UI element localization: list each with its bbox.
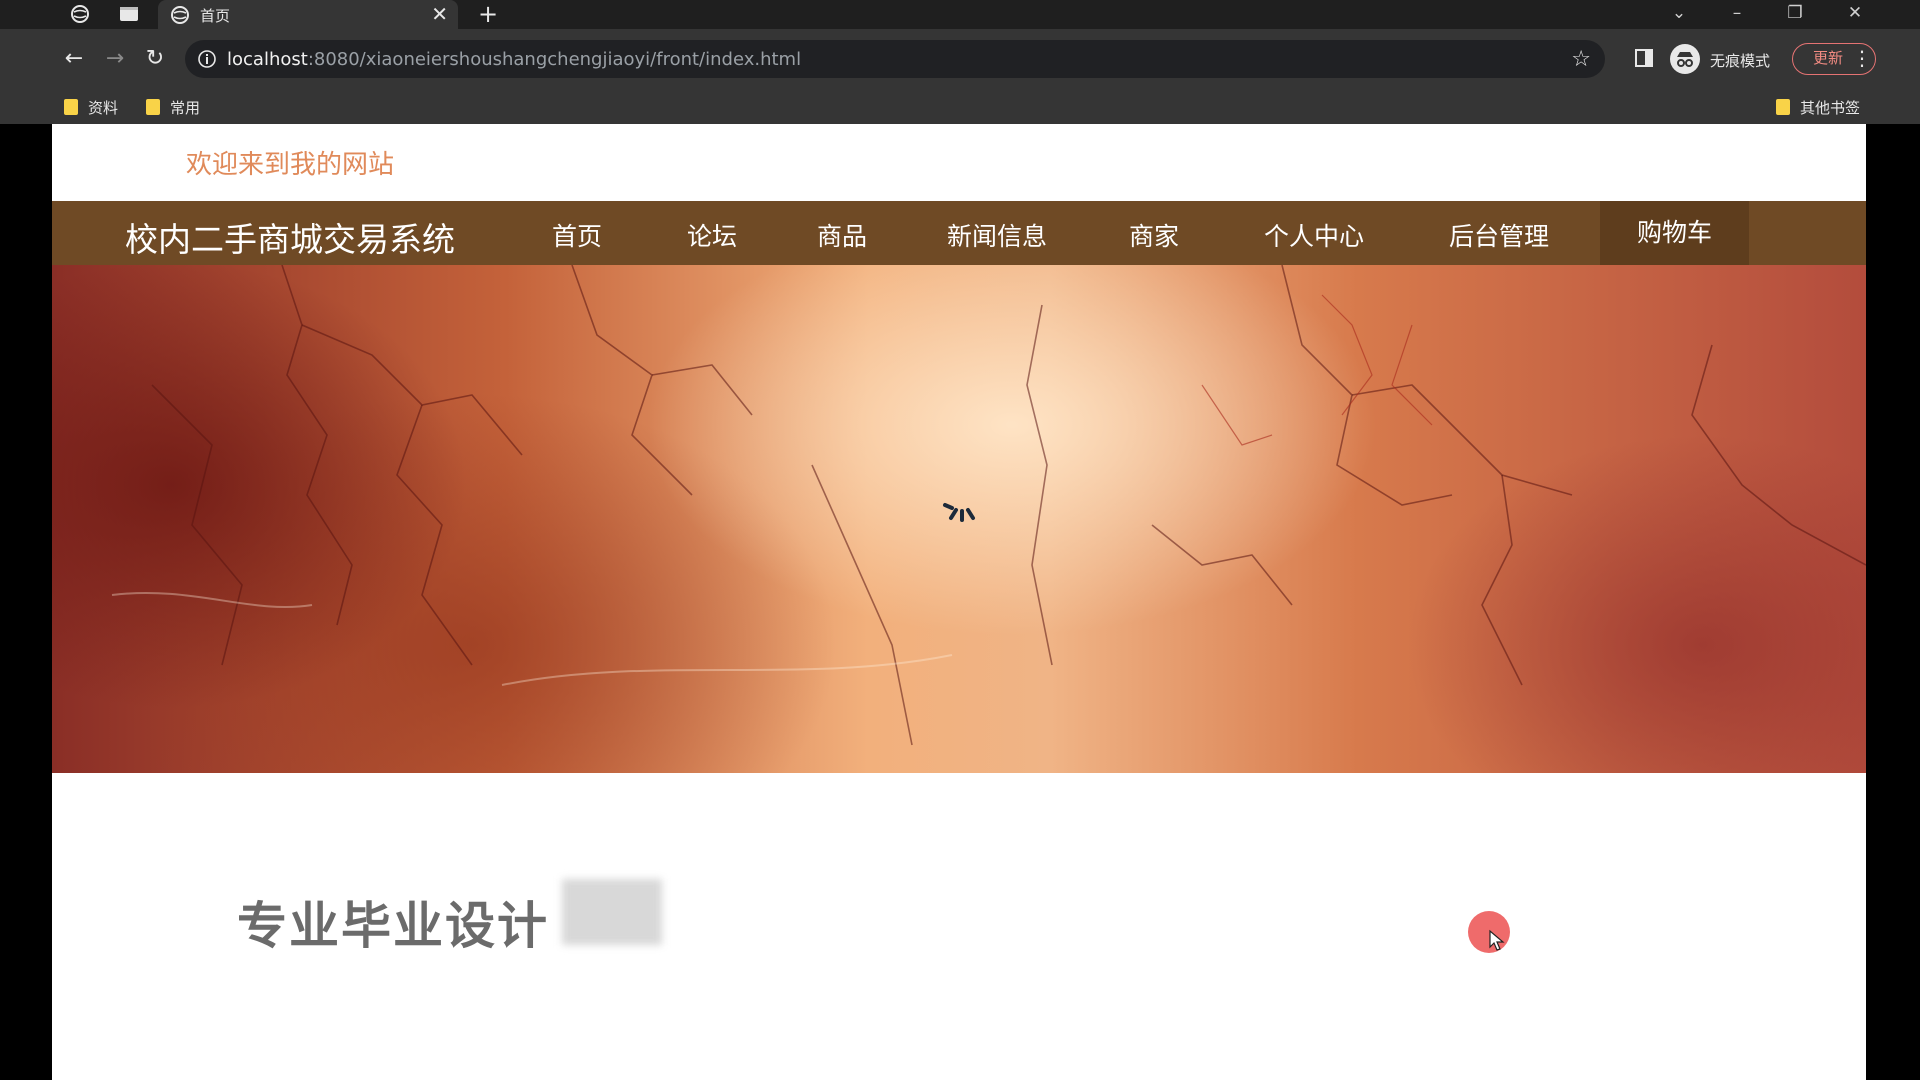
bookmark-folder-1[interactable]: 资料 — [64, 97, 118, 117]
welcome-text: 欢迎来到我的网站 — [186, 150, 395, 180]
minimize-icon[interactable]: – — [1714, 0, 1760, 29]
tab-list-chevron-icon[interactable]: ⌄ — [1656, 0, 1702, 29]
bookmark-folder-2[interactable]: 常用 — [146, 97, 200, 117]
reload-icon[interactable]: ↻ — [141, 45, 169, 73]
folder-icon — [1776, 99, 1790, 115]
forward-icon[interactable]: → — [101, 45, 129, 73]
folder-icon — [64, 99, 78, 115]
tab-search-icon[interactable] — [119, 4, 139, 24]
other-bookmarks-label: 其他书签 — [1800, 99, 1861, 117]
other-bookmarks[interactable]: 其他书签 — [1776, 97, 1860, 117]
side-panel-icon[interactable] — [1634, 48, 1654, 68]
nav-cart[interactable]: 购物车 — [1600, 201, 1750, 265]
bookmarks-bar: 资料 常用 其他书签 — [0, 89, 1920, 124]
incognito-icon — [1670, 44, 1700, 74]
blurred-redaction — [562, 879, 662, 945]
profile-globe-icon[interactable] — [70, 4, 90, 24]
tab-strip: 首页 ✕ + ⌄ – ❐ ✕ — [0, 0, 1920, 29]
nav-forum[interactable]: 论坛 — [687, 217, 737, 253]
restore-icon[interactable]: ❐ — [1772, 0, 1818, 29]
folder-icon — [146, 99, 160, 115]
new-tab-icon[interactable]: + — [478, 1, 498, 27]
bookmark-label: 常用 — [170, 99, 201, 117]
bookmark-star-icon[interactable]: ☆ — [1571, 47, 1591, 72]
close-window-icon[interactable]: ✕ — [1832, 0, 1878, 29]
address-bar[interactable]: localhost:8080/xiaoneiershoushangchengji… — [185, 40, 1605, 78]
url-text: localhost:8080/xiaoneiershoushangchengji… — [227, 49, 801, 70]
main-navbar: 校内二手商城交易系统 首页 论坛 商品 新闻信息 商家 个人中心 后台管理 购物… — [52, 201, 1866, 265]
browser-window: 首页 ✕ + ⌄ – ❐ ✕ ← → ↻ localhost:8080/xiao… — [0, 0, 1920, 1080]
headline-text: 专业毕业设计 — [237, 897, 549, 955]
tab-home[interactable]: 首页 ✕ — [158, 0, 458, 29]
nav-merchants[interactable]: 商家 — [1129, 217, 1179, 253]
nav-admin[interactable]: 后台管理 — [1449, 217, 1549, 253]
nav-news[interactable]: 新闻信息 — [947, 217, 1047, 253]
close-tab-icon[interactable]: ✕ — [431, 3, 448, 25]
globe-icon — [171, 6, 189, 24]
mouse-cursor-icon — [1489, 929, 1505, 951]
back-icon[interactable]: ← — [60, 45, 88, 73]
nav-personal-center[interactable]: 个人中心 — [1264, 217, 1364, 253]
nav-home[interactable]: 首页 — [552, 217, 602, 253]
site-title: 校内二手商城交易系统 — [125, 220, 455, 259]
site-info-icon[interactable] — [197, 49, 217, 69]
browser-toolbar: ← → ↻ localhost:8080/xiaoneiershoushangc… — [0, 29, 1920, 89]
tab-title: 首页 — [200, 7, 231, 25]
incognito-label: 无痕模式 — [1710, 52, 1771, 70]
menu-kebab-icon[interactable]: ⋮ — [1852, 43, 1872, 73]
web-page: 欢迎来到我的网站 校内二手商城交易系统 首页 论坛 商品 新闻信息 商家 个人中… — [52, 124, 1866, 1080]
url-host: localhost — [227, 49, 308, 70]
loading-spinner-icon — [943, 503, 975, 522]
nav-products[interactable]: 商品 — [817, 217, 867, 253]
url-path: :8080/xiaoneiershoushangchengjiaoyi/fron… — [307, 49, 802, 70]
bookmark-label: 资料 — [88, 99, 119, 117]
